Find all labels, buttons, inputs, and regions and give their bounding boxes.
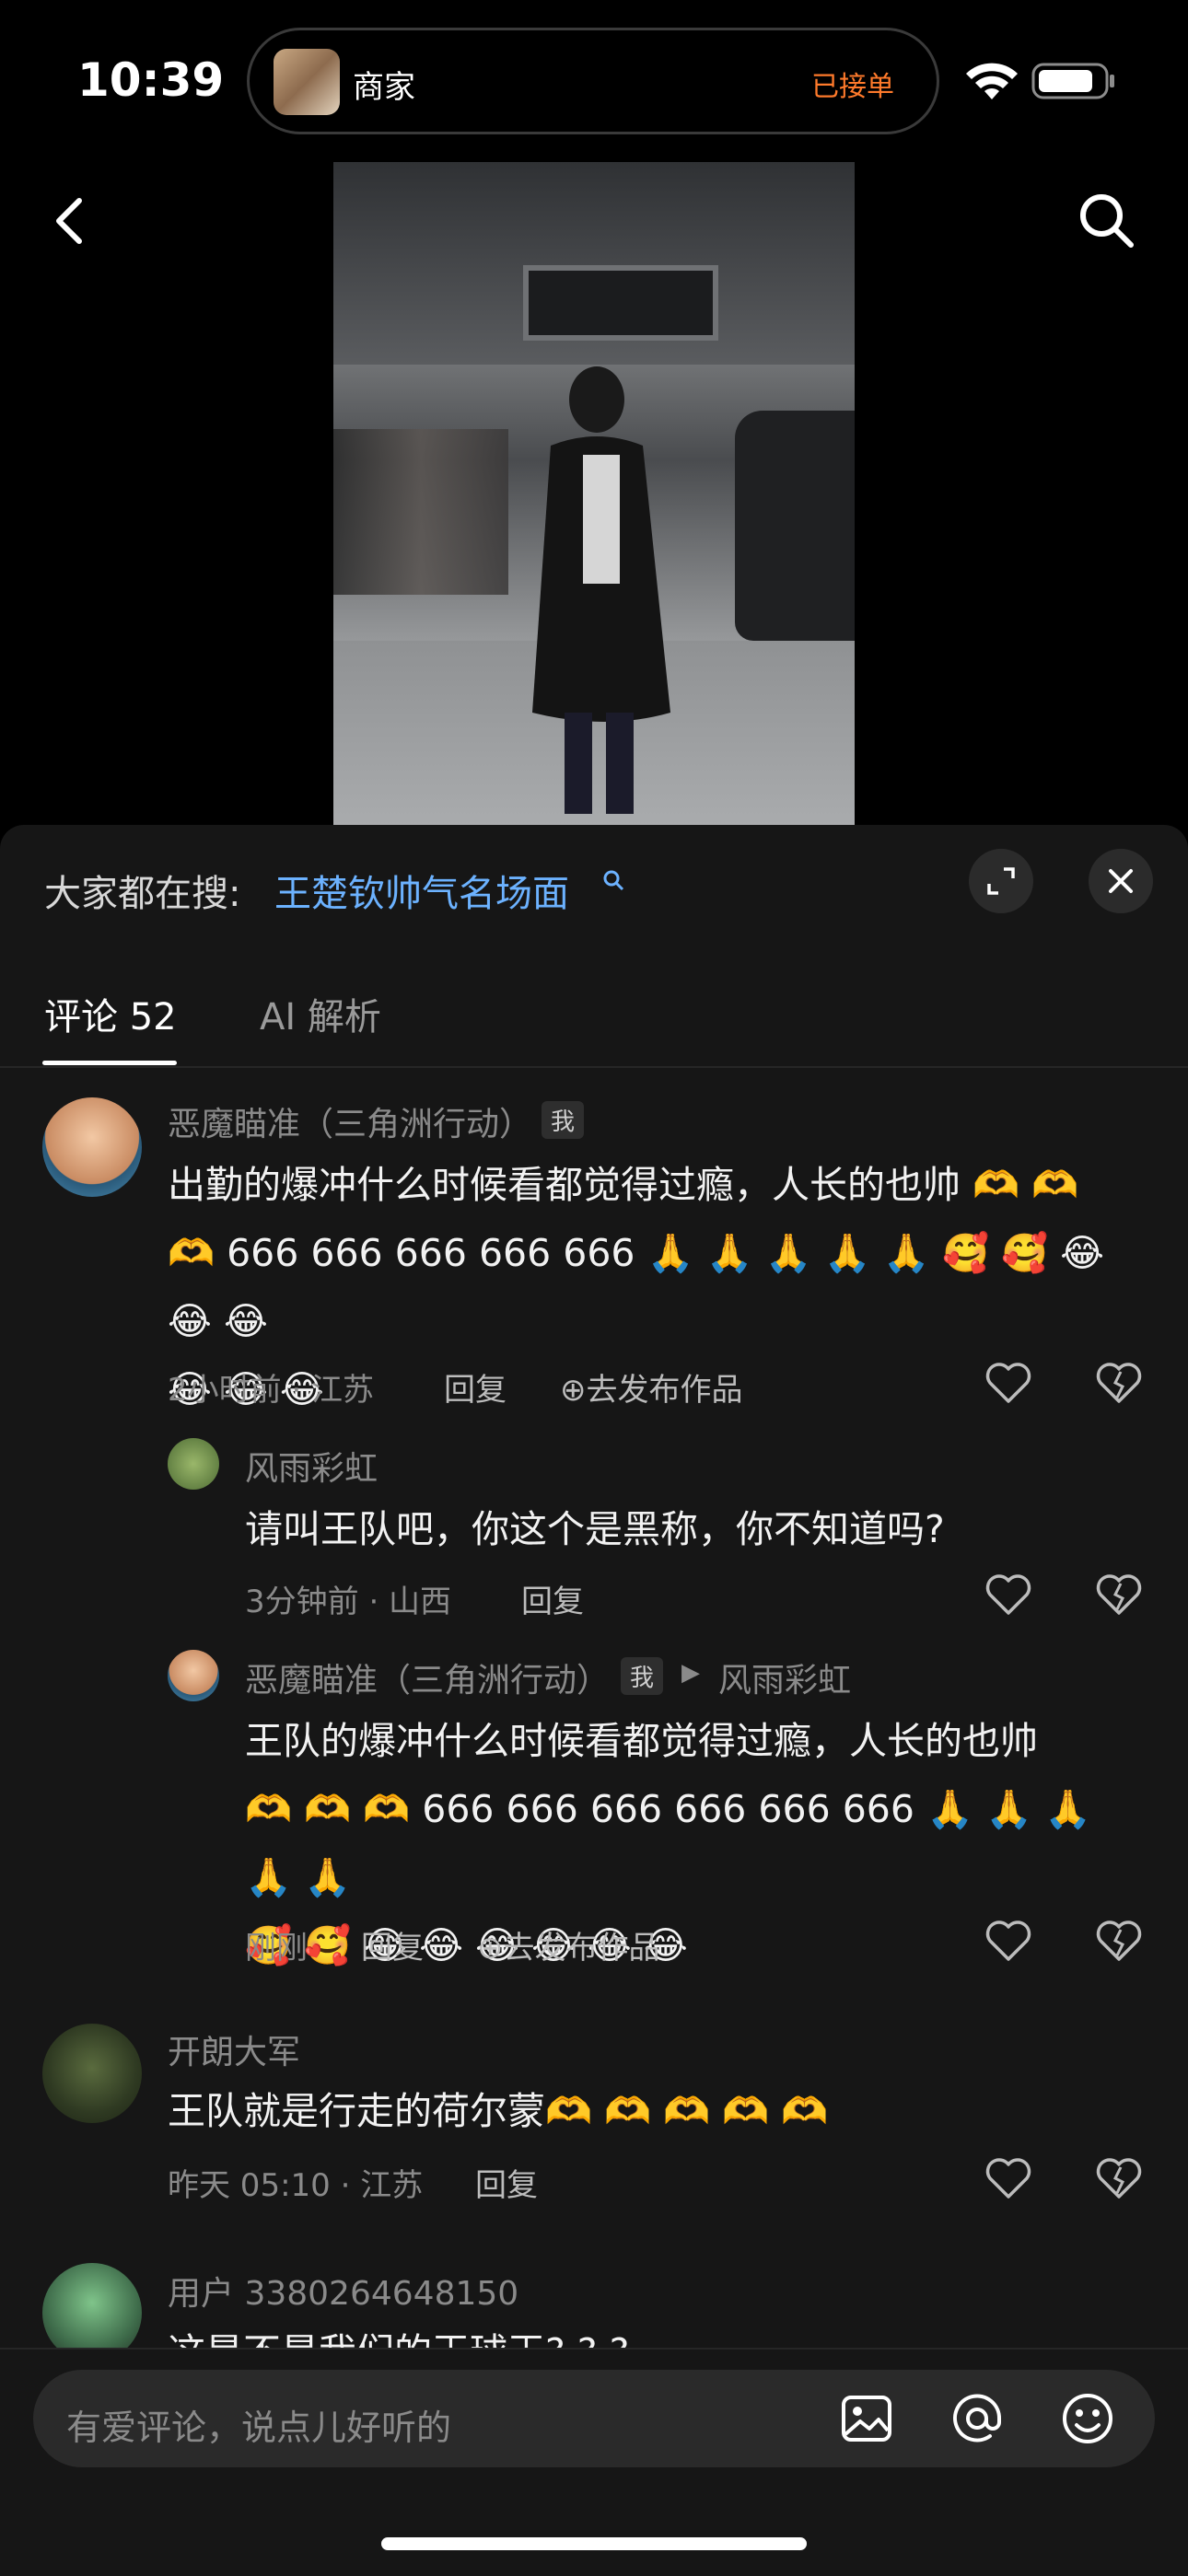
comment-text-line: 🫶 🫶 🫶 666 666 666 666 666 666 🙏 🙏 🙏 🙏 🙏 (245, 1787, 1092, 1899)
comment-text: 请叫王队吧，你这个是黑称，你不知道吗? (245, 1507, 945, 1551)
close-icon[interactable] (1089, 849, 1153, 913)
home-indicator[interactable] (381, 2537, 807, 2550)
comment-text-line: 王队的爆冲什么时候看都觉得过瘾，人长的也帅 (245, 1719, 1038, 1763)
avatar[interactable] (168, 1650, 219, 1701)
me-badge: 我 (542, 1101, 585, 1139)
comment-author[interactable]: 恶魔瞄准（三角洲行动） (168, 1097, 532, 1145)
dislike-icon[interactable] (1094, 1361, 1144, 1405)
search-suggestion-prefix: 大家都在搜: (44, 873, 241, 915)
comment-text-line: 🫶 666 666 666 666 666 🙏 🙏 🙏 🙏 🙏 🥰 🥰 😂 😂 … (168, 1231, 1105, 1343)
search-icon[interactable] (1070, 184, 1144, 258)
dislike-icon[interactable] (1094, 1919, 1144, 1963)
like-icon[interactable] (984, 2156, 1033, 2200)
dynamic-island-live-activity[interactable]: 商家 已接单 (247, 28, 939, 134)
me-badge: 我 (621, 1657, 664, 1695)
reply-button[interactable]: 回复 (475, 2160, 538, 2205)
image-icon[interactable] (834, 2386, 899, 2451)
status-bar: 10:39 商家 已接单 (0, 0, 1188, 157)
comment-text: 王队就是行走的荷尔蒙🫶 🫶 🫶 🫶 🫶 (168, 2089, 829, 2133)
battery-icon (1031, 63, 1114, 99)
reply-button[interactable]: 回复 (444, 1364, 507, 1410)
avatar[interactable] (42, 1097, 142, 1197)
video-person (532, 366, 670, 814)
comment-time-location: 2小时前 · 江苏 (168, 1372, 375, 1409)
upload-icon: ⊕ (477, 1930, 504, 1967)
comment-author[interactable]: 开朗大军 (168, 2025, 300, 2073)
emoji-icon[interactable] (1055, 2386, 1120, 2451)
like-icon[interactable] (984, 1361, 1033, 1405)
tab-ai-analysis[interactable]: AI 解析 (260, 987, 381, 1040)
comment-author[interactable]: 恶魔瞄准（三角洲行动） (245, 1654, 610, 1701)
video-vent (523, 265, 718, 341)
comment-input-placeholder: 有爱评论，说点儿好听的 (66, 2408, 452, 2448)
active-tab-indicator (42, 1061, 177, 1065)
comment-time-location: 3分钟前 · 山西 (245, 1584, 452, 1620)
search-suggestion-link[interactable]: 王楚钦帅气名场面 (274, 864, 569, 917)
video-crowd (333, 429, 508, 595)
merchant-thumbnail (274, 49, 340, 115)
reply-button[interactable]: 回复 (521, 1576, 584, 1621)
status-time: 10:39 (77, 53, 225, 107)
publish-work-button[interactable]: ⊕去发布作品 (560, 1364, 743, 1410)
avatar[interactable] (168, 1438, 219, 1490)
comment-time-location: 昨天 05:10 · 江苏 (168, 2167, 424, 2204)
video-car (735, 411, 855, 641)
dislike-icon[interactable] (1094, 2156, 1144, 2200)
live-activity-status: 已接单 (811, 71, 894, 103)
upload-icon: ⊕ (560, 1372, 587, 1409)
reply-to-arrow-icon: ▶ (681, 1659, 700, 1687)
expand-icon[interactable] (969, 849, 1033, 913)
like-icon[interactable] (984, 1919, 1033, 1963)
video-player[interactable] (333, 162, 855, 825)
avatar[interactable] (42, 2024, 142, 2123)
dislike-icon[interactable] (1094, 1572, 1144, 1617)
publish-work-label: 去发布作品 (503, 1930, 660, 1967)
comment-author[interactable]: 风雨彩虹 (245, 1442, 378, 1490)
back-icon[interactable] (46, 184, 101, 258)
comment-text-line: 出勤的爆冲什么时候看都觉得过瘾，人长的也帅 🫶 🫶 (168, 1163, 1079, 1207)
live-activity-title: 商家 (353, 69, 415, 106)
search-small-icon[interactable] (600, 867, 628, 895)
publish-work-label: 去发布作品 (586, 1372, 743, 1409)
mention-icon[interactable] (945, 2386, 1009, 2451)
wifi-icon (966, 63, 1018, 99)
comment-sheet: 大家都在搜: 王楚钦帅气名场面 评论 52 AI 解析 恶魔瞄准（三角洲行动） … (0, 825, 1188, 2574)
tab-comments[interactable]: 评论 52 (44, 987, 177, 1040)
reply-to-name[interactable]: 风雨彩虹 (718, 1654, 851, 1701)
reply-button[interactable]: 回复 (361, 1922, 424, 1967)
comment-author[interactable]: 用户 3380264648150 (168, 2267, 518, 2315)
like-icon[interactable] (984, 1572, 1033, 1617)
comment-time-location: 刚刚 (245, 1930, 308, 1967)
tab-divider (0, 1066, 1188, 1068)
publish-work-button[interactable]: ⊕去发布作品 (477, 1922, 660, 1967)
